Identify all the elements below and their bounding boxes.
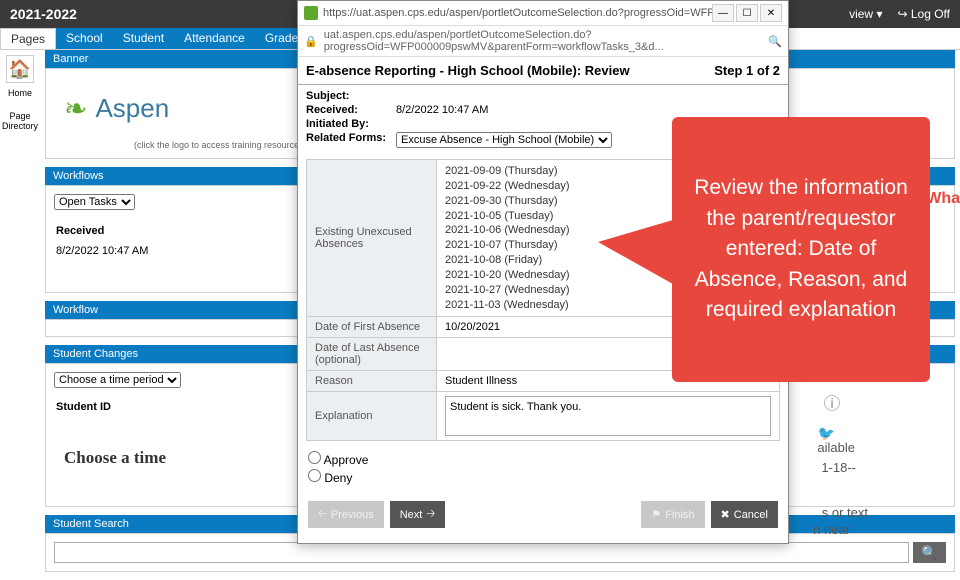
- reason-label: Reason: [307, 371, 437, 392]
- timeperiod-select[interactable]: Choose a time period: [54, 372, 181, 388]
- previous-button[interactable]: 🡠 Previous: [308, 501, 384, 528]
- callout-tail: [598, 220, 673, 284]
- finish-button[interactable]: ⚑ Finish: [641, 501, 704, 528]
- wha-text: Wha: [926, 190, 960, 208]
- url-text: uat.aspen.cps.edu/aspen/portletOutcomeSe…: [324, 29, 763, 53]
- minimize-button[interactable]: —: [712, 4, 734, 22]
- forms-select[interactable]: Excuse Absence - High School (Mobile): [396, 132, 612, 148]
- received-label: Received:: [306, 104, 396, 116]
- lock-icon: 🔒: [304, 35, 318, 48]
- step-indicator: Step 1 of 2: [714, 63, 780, 78]
- rtxt2: 1-18--: [821, 460, 856, 475]
- pagedir-label[interactable]: Page Directory: [2, 111, 38, 131]
- next-button[interactable]: Next 🡢: [390, 501, 446, 528]
- last-absence-label: Date of Last Absence (optional): [307, 338, 437, 371]
- rtxt1: ailable: [817, 440, 855, 455]
- deny-radio[interactable]: Deny: [308, 469, 778, 485]
- tab-pages[interactable]: Pages: [0, 28, 56, 49]
- search-input[interactable]: [54, 542, 909, 563]
- col-received: Received: [56, 222, 322, 240]
- subject-label: Subject:: [306, 90, 396, 102]
- received-value: 8/2/2022 10:47 AM: [396, 104, 488, 116]
- callout: Review the information the parent/reques…: [672, 117, 930, 382]
- maximize-button[interactable]: ☐: [736, 4, 758, 22]
- info-icon[interactable]: i: [824, 395, 840, 411]
- home-icon[interactable]: 🏠: [6, 55, 34, 83]
- forms-label: Related Forms:: [306, 132, 396, 148]
- tab-school[interactable]: School: [56, 28, 113, 49]
- popup-heading: E-absence Reporting - High School (Mobil…: [306, 63, 630, 78]
- explanation-textarea[interactable]: Student is sick. Thank you.: [445, 396, 771, 436]
- home-label: Home: [8, 88, 32, 98]
- tab-student[interactable]: Student: [113, 28, 174, 49]
- close-button[interactable]: ✕: [760, 4, 782, 22]
- rtxt4: n near: [813, 522, 850, 537]
- existing-label: Existing Unexcused Absences: [307, 160, 437, 317]
- zoom-icon[interactable]: 🔍: [768, 35, 782, 48]
- leaf-icon: ❧: [64, 92, 87, 125]
- workflow-select[interactable]: Open Tasks: [54, 194, 135, 210]
- window-title: https://uat.aspen.cps.edu/aspen/portletO…: [323, 7, 712, 19]
- search-button[interactable]: 🔍: [913, 542, 946, 563]
- first-absence-label: Date of First Absence: [307, 317, 437, 338]
- initiated-label: Initiated By:: [306, 118, 396, 130]
- explanation-label: Explanation: [307, 392, 437, 441]
- window-icon: [304, 6, 318, 20]
- logoff-link[interactable]: ↪ Log Off: [897, 7, 950, 21]
- approve-radio[interactable]: Approve: [308, 451, 778, 467]
- year: 2021-2022: [10, 6, 77, 22]
- view-menu[interactable]: view ▾: [849, 7, 882, 21]
- rtxt3: s or text: [822, 505, 868, 520]
- cancel-button[interactable]: ✖ Cancel: [711, 501, 778, 528]
- left-nav: 🏠 Home Page Directory: [0, 50, 40, 580]
- tab-attendance[interactable]: Attendance: [174, 28, 255, 49]
